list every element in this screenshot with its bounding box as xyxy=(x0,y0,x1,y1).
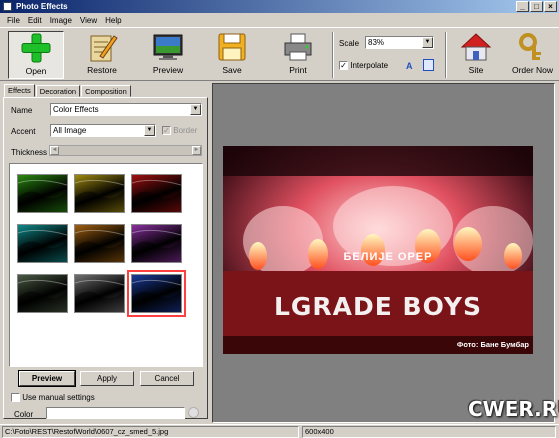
menu-file[interactable]: File xyxy=(3,16,24,25)
color-label: Color xyxy=(14,410,34,419)
photo-banner-text: LGRADE BOYS xyxy=(273,292,483,321)
effect-thumbnail-green[interactable] xyxy=(17,174,68,213)
window-title: Photo Effects xyxy=(16,2,68,11)
menu-bar: File Edit Image View Help xyxy=(0,13,559,27)
watermark: CWER.RU xyxy=(468,397,559,421)
save-button[interactable]: Save xyxy=(204,31,260,79)
key-icon xyxy=(517,32,549,62)
toolbar: Open Restore Preview Save Print Scale 83… xyxy=(0,27,559,81)
effect-thumbnail-cyan[interactable] xyxy=(17,224,68,263)
cancel-button[interactable]: Cancel xyxy=(140,371,194,386)
preview-label: Preview xyxy=(152,65,184,75)
tab-effects[interactable]: Effects xyxy=(4,84,35,97)
restore-label: Restore xyxy=(87,65,117,75)
scale-label: Scale xyxy=(339,39,360,48)
manual-settings-label: Use manual settings xyxy=(22,393,95,402)
order-now-button[interactable]: Order Now xyxy=(506,31,559,79)
scale-dropdown[interactable]: 83% ▼ xyxy=(365,36,434,49)
close-button[interactable]: × xyxy=(544,1,557,12)
order-now-label: Order Now xyxy=(511,65,554,75)
checkbox-unchecked-icon[interactable] xyxy=(11,393,20,403)
open-label: Open xyxy=(25,66,47,76)
minimize-button[interactable]: _ xyxy=(516,1,529,12)
plus-icon xyxy=(20,33,52,63)
save-label: Save xyxy=(222,65,242,75)
tab-composition[interactable]: Composition xyxy=(81,85,131,97)
thickness-label: Thickness xyxy=(11,148,48,157)
tab-decoration[interactable]: Decoration xyxy=(35,85,81,97)
site-label: Site xyxy=(468,65,484,75)
print-label: Print xyxy=(289,65,307,75)
border-checkbox[interactable]: ✓ Border xyxy=(162,126,198,136)
app-icon xyxy=(3,2,12,11)
menu-edit[interactable]: Edit xyxy=(24,16,46,25)
toolbar-separator xyxy=(332,32,334,78)
status-bar: C:\Foto\REST\RestofWorld\0607_cz_smed_5.… xyxy=(0,424,559,438)
effect-thumbnail-blue[interactable] xyxy=(127,270,186,317)
chevron-down-icon[interactable]: ▼ xyxy=(422,37,433,48)
monitor-icon xyxy=(152,32,184,62)
image-canvas[interactable]: БЕЛИЈЕ ОРЕР LGRADE BOYS Фото: Бане Бумба… xyxy=(212,83,555,423)
fit-page-icon[interactable] xyxy=(423,59,434,71)
thickness-slider[interactable]: ◄ ► xyxy=(49,145,202,156)
color-field[interactable] xyxy=(46,407,185,419)
open-button[interactable]: Open xyxy=(8,31,64,79)
maximize-button[interactable]: □ xyxy=(530,1,543,12)
arrow-right-icon[interactable]: ► xyxy=(192,146,201,155)
effect-thumbnail-red[interactable] xyxy=(131,174,182,213)
effect-thumbnail-grayscale-green[interactable] xyxy=(17,274,68,313)
chevron-down-icon[interactable]: ▼ xyxy=(144,125,155,136)
status-file-path: C:\Foto\REST\RestofWorld\0607_cz_smed_5.… xyxy=(2,426,299,438)
menu-help[interactable]: Help xyxy=(101,16,125,25)
checkbox-checked-icon[interactable]: ✓ xyxy=(339,61,348,71)
print-button[interactable]: Print xyxy=(270,31,326,79)
printer-icon xyxy=(282,32,314,62)
preview-button[interactable]: Preview xyxy=(140,31,196,79)
restore-button[interactable]: Restore xyxy=(74,31,130,79)
title-bar: Photo Effects _ □ × xyxy=(0,0,559,13)
name-dropdown[interactable]: Color Effects ▼ xyxy=(50,103,202,116)
effect-thumbnail-orange[interactable] xyxy=(74,224,125,263)
floppy-disk-icon xyxy=(216,32,248,62)
scale-value: 83% xyxy=(368,38,385,47)
menu-view[interactable]: View xyxy=(76,16,101,25)
color-picker-icon[interactable] xyxy=(188,407,199,418)
chevron-down-icon[interactable]: ▼ xyxy=(190,104,201,115)
accent-dropdown[interactable]: All Image ▼ xyxy=(50,124,156,137)
interpolate-checkbox[interactable]: ✓ Interpolate xyxy=(339,61,389,71)
accent-value: All Image xyxy=(53,126,87,135)
name-value: Color Effects xyxy=(53,105,99,114)
preview-effect-button[interactable]: Preview xyxy=(18,370,76,387)
checkbox-disabled-icon[interactable]: ✓ xyxy=(162,126,171,136)
notepad-pencil-icon xyxy=(86,32,118,62)
apply-button[interactable]: Apply xyxy=(80,371,134,386)
toolbar-separator-2 xyxy=(445,32,447,78)
house-icon xyxy=(460,32,492,62)
manual-settings-checkbox[interactable]: Use manual settings xyxy=(11,393,95,403)
preview-photo: БЕЛИЈЕ ОРЕР LGRADE BOYS Фото: Бане Бумба… xyxy=(223,146,533,354)
interpolate-label: Interpolate xyxy=(350,61,389,70)
border-label: Border xyxy=(173,126,198,135)
menu-image[interactable]: Image xyxy=(46,16,76,25)
font-icon[interactable]: A xyxy=(406,61,413,71)
arrow-left-icon[interactable]: ◄ xyxy=(50,146,59,155)
effect-thumbnail-yellow[interactable] xyxy=(74,174,125,213)
effect-thumbnail-grayscale[interactable] xyxy=(74,274,125,313)
status-image-size: 600x400 xyxy=(302,426,556,438)
photo-subtext: БЕЛИЈЕ ОРЕР xyxy=(343,251,433,263)
effect-thumbnail-purple[interactable] xyxy=(131,224,182,263)
site-button[interactable]: Site xyxy=(448,31,504,79)
photo-credit: Фото: Бане Бумбар xyxy=(456,340,529,349)
accent-label: Accent xyxy=(11,127,36,136)
name-label: Name xyxy=(11,106,33,115)
